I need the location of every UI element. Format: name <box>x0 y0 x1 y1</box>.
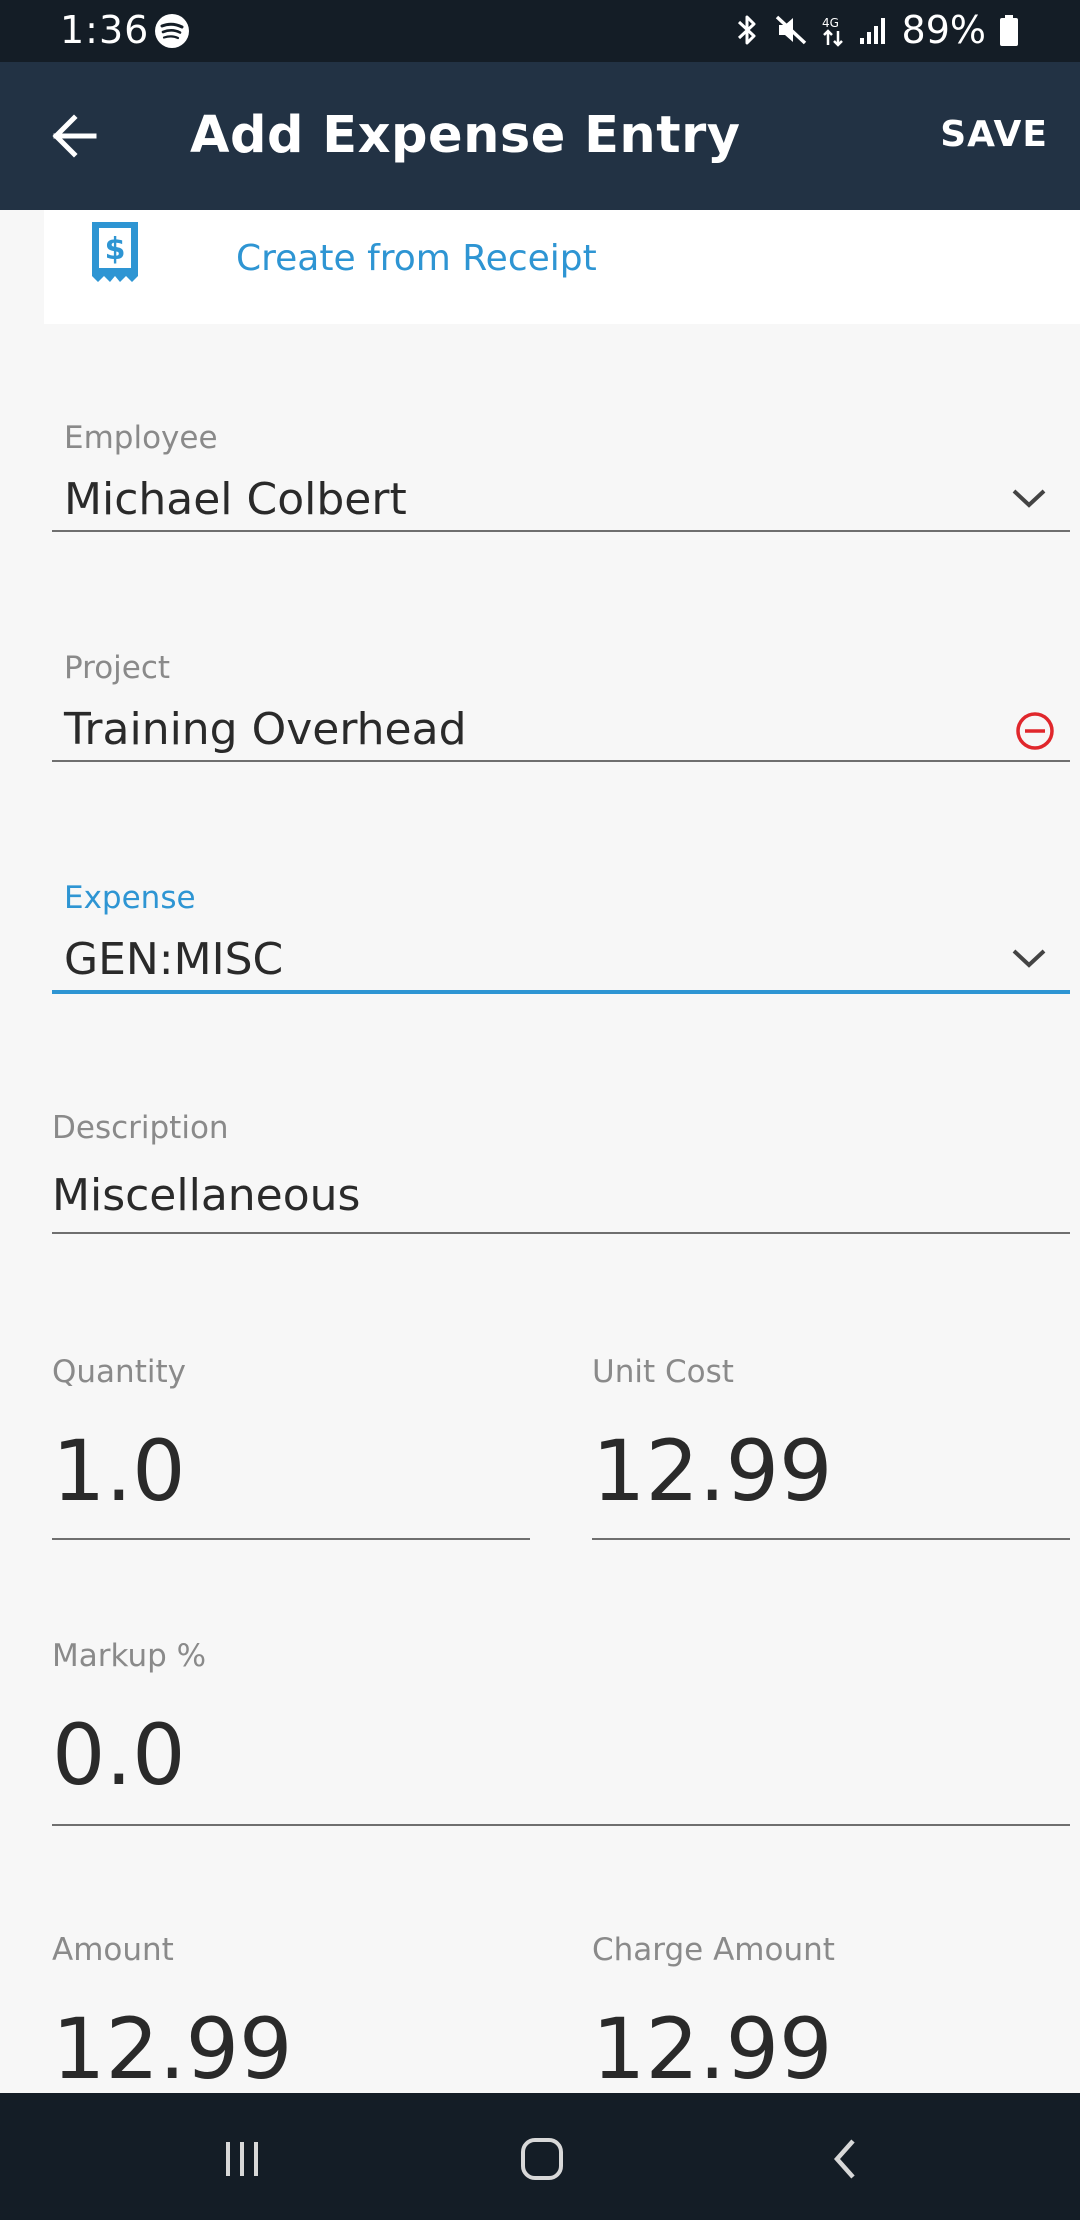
home-icon <box>521 2138 563 2180</box>
home-button[interactable] <box>512 2129 572 2189</box>
unit-cost-input: 12.99 <box>592 1422 833 1520</box>
navigation-bar <box>0 2093 1080 2220</box>
battery-icon <box>1000 15 1018 46</box>
project-value: Training Overhead <box>64 704 467 755</box>
markup-label: Markup % <box>52 1638 207 1674</box>
markup-input: 0.0 <box>52 1706 186 1804</box>
remove-circle-icon[interactable] <box>1014 710 1056 752</box>
employee-field[interactable]: Employee Michael Colbert <box>52 420 1070 534</box>
description-input: Miscellaneous <box>52 1170 361 1221</box>
markup-underline <box>52 1824 1070 1826</box>
unit-cost-label: Unit Cost <box>592 1354 734 1390</box>
chevron-down-icon <box>1012 489 1046 508</box>
employee-value: Michael Colbert <box>64 474 407 525</box>
screen: 1:36 4G 89% Add Expense Entry SAVE $ Cre… <box>0 0 1080 2220</box>
expense-underline <box>52 990 1070 994</box>
project-field[interactable]: Project Training Overhead <box>52 650 1070 764</box>
description-label: Description <box>52 1110 229 1146</box>
project-underline <box>52 760 1070 762</box>
save-button[interactable]: SAVE <box>940 114 1048 155</box>
back-button[interactable] <box>40 102 108 170</box>
svg-text:4G: 4G <box>822 16 839 30</box>
signal-icon <box>859 18 885 44</box>
arrow-left-icon <box>52 114 97 158</box>
employee-underline <box>52 530 1070 532</box>
recent-apps-icon <box>226 2142 258 2176</box>
charge-amount-value: 12.99 <box>592 2000 833 2098</box>
expense-value: GEN:MISC <box>64 934 284 985</box>
page-title: Add Expense Entry <box>190 106 741 165</box>
charge-amount-label: Charge Amount <box>592 1932 835 1968</box>
status-time: 1:36 <box>60 8 150 52</box>
data-4g-icon: 4G <box>822 16 843 47</box>
quantity-field[interactable]: Quantity 1.0 <box>52 1354 530 1542</box>
status-icons: 4G 89% <box>732 8 1020 52</box>
quantity-label: Quantity <box>52 1354 186 1390</box>
app-bar: Add Expense Entry SAVE <box>0 62 1080 210</box>
description-underline <box>52 1232 1070 1234</box>
project-label: Project <box>64 650 171 686</box>
quantity-underline <box>52 1538 530 1540</box>
status-bar: 1:36 4G 89% <box>0 0 1080 62</box>
quantity-input: 1.0 <box>52 1422 186 1520</box>
chevron-left-icon <box>833 2139 855 2179</box>
charge-amount-field: Charge Amount 12.99 <box>592 1932 1070 2098</box>
create-from-receipt-button[interactable]: $ Create from Receipt <box>44 210 1080 324</box>
spotify-icon <box>155 14 189 48</box>
battery-percent: 89% <box>901 8 986 52</box>
create-from-receipt-label: Create from Receipt <box>236 238 597 279</box>
mute-icon <box>775 15 806 45</box>
amount-value: 12.99 <box>52 2000 293 2098</box>
back-nav-button[interactable] <box>816 2129 876 2189</box>
recent-apps-button[interactable] <box>212 2129 272 2189</box>
unit-cost-field[interactable]: Unit Cost 12.99 <box>592 1354 1070 1542</box>
bluetooth-icon <box>737 15 756 45</box>
markup-field[interactable]: Markup % 0.0 <box>52 1638 1070 1828</box>
svg-text:$: $ <box>105 232 126 267</box>
amount-field: Amount 12.99 <box>52 1932 530 2098</box>
employee-label: Employee <box>64 420 218 456</box>
expense-label: Expense <box>64 880 196 916</box>
unit-cost-underline <box>592 1538 1070 1540</box>
expense-field[interactable]: Expense GEN:MISC <box>52 880 1070 996</box>
chevron-down-icon <box>1012 949 1046 968</box>
amount-label: Amount <box>52 1932 174 1968</box>
receipt-dollar-icon: $ <box>92 222 138 282</box>
description-field[interactable]: Description Miscellaneous <box>52 1110 1070 1236</box>
